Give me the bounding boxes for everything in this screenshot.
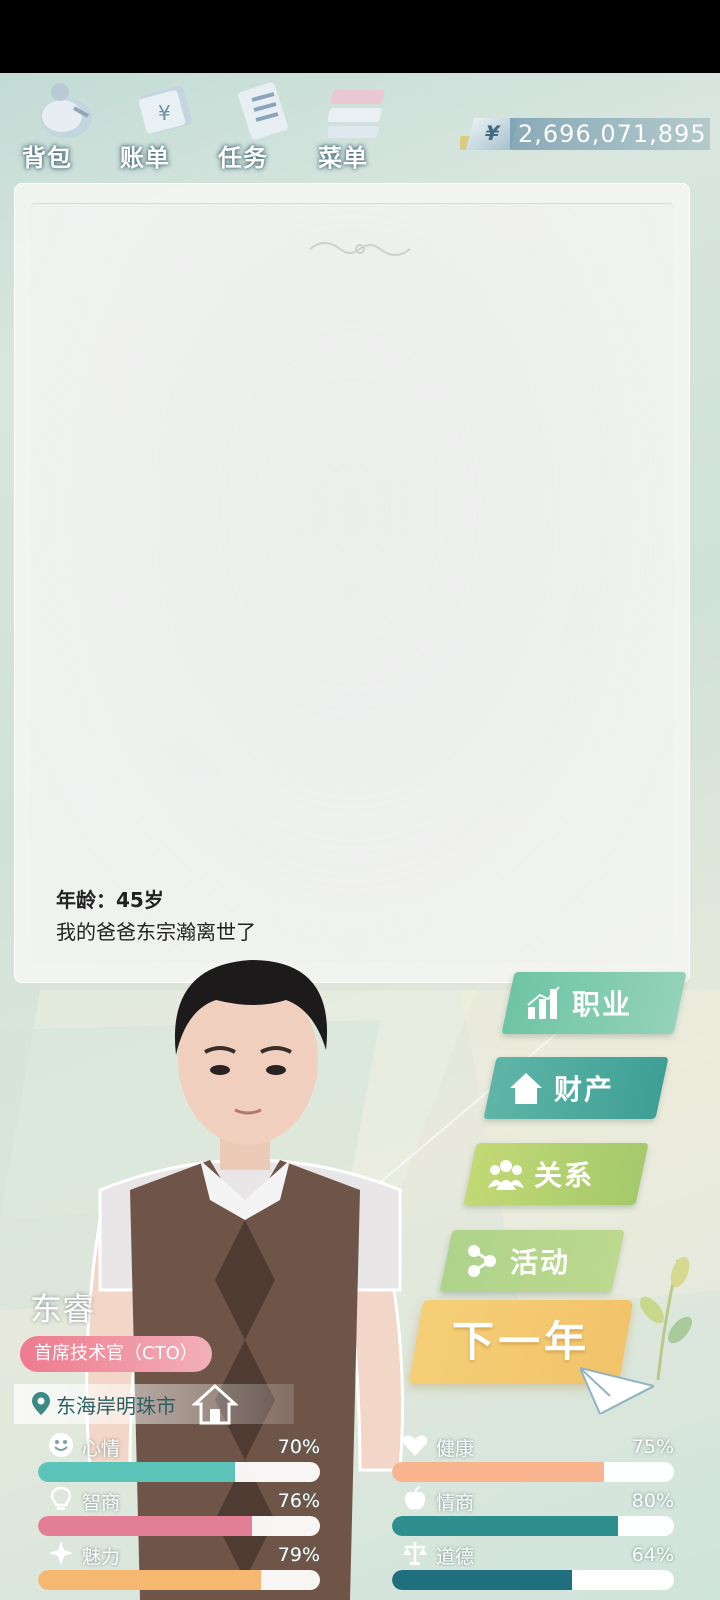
age-text: 年龄：45岁 [56, 888, 164, 912]
molecule-icon [468, 1245, 496, 1277]
stat-fill [38, 1462, 236, 1482]
location-bar[interactable]: 东海岸明珠市 [14, 1383, 294, 1425]
task-icon [238, 82, 288, 140]
nav-bill-button[interactable]: ¥ 账单 [118, 80, 208, 180]
home-icon[interactable] [192, 1383, 238, 1425]
scale-icon [403, 1542, 427, 1565]
house-icon [510, 1073, 542, 1104]
stat-health: 健康 75% [374, 1432, 674, 1488]
stat-bar [392, 1462, 674, 1482]
stat-eq: 情商 80% [374, 1486, 674, 1542]
nav-task-button[interactable]: 任务 [216, 80, 306, 180]
stat-fill [392, 1462, 604, 1482]
chart-icon [527, 986, 560, 1019]
money-display: ¥ 2,696,071,895 [460, 118, 710, 154]
stat-charm: 魅力 79% [20, 1540, 320, 1596]
ornament-icon [309, 242, 411, 256]
stat-bar [392, 1516, 674, 1536]
svg-text:¥: ¥ [158, 101, 171, 125]
stat-bar [38, 1516, 320, 1536]
story-panel-inner: 年龄：45岁 我的爸爸东宗瀚离世了 [30, 203, 674, 963]
bill-icon: ¥ [138, 85, 192, 135]
sparkle-icon [49, 1541, 73, 1565]
location-text: 东海岸明珠市 [56, 1393, 176, 1418]
stats-panel: 心情 70% 健康 75% 智商 76% 情商 80% 魅力 79% 道德 64… [20, 1432, 700, 1600]
stat-bar [38, 1462, 320, 1482]
menu-icon [328, 90, 385, 138]
stat-fill [392, 1570, 573, 1590]
smile-icon [49, 1433, 73, 1457]
event-text: 我的爸爸东宗瀚离世了 [56, 920, 256, 944]
relation-button[interactable]: 关系 [463, 1143, 649, 1205]
nav-menu-button[interactable]: 菜单 [316, 80, 406, 180]
apple-icon [404, 1486, 426, 1510]
stat-fill [38, 1570, 261, 1590]
people-icon [488, 1160, 524, 1190]
job-badge: 首席技术官（CTO） [20, 1336, 212, 1372]
bag-icon [40, 83, 92, 138]
status-bar [0, 0, 720, 73]
character-name: 东睿 [30, 1290, 95, 1328]
stat-morality: 道德 64% [374, 1540, 674, 1596]
stat-fill [38, 1516, 253, 1536]
heart-icon [402, 1435, 428, 1456]
nav-bag-button[interactable]: 背包 [20, 80, 110, 180]
stat-bar [38, 1570, 320, 1590]
paper-plane-icon [580, 1366, 654, 1414]
activity-button[interactable]: 活动 [439, 1230, 625, 1292]
career-button[interactable]: 职业 [501, 972, 687, 1034]
stat-iq: 智商 76% [20, 1486, 320, 1542]
assets-button[interactable]: 财产 [483, 1057, 669, 1119]
location-pin-icon [32, 1392, 50, 1415]
story-panel: 年龄：45岁 我的爸爸东宗瀚离世了 [14, 183, 690, 983]
stat-fill [392, 1516, 618, 1536]
stat-bar [392, 1570, 674, 1590]
money-value: 2,696,071,895 [510, 118, 710, 150]
stat-mood: 心情 70% [20, 1432, 320, 1488]
lightbulb-icon [50, 1486, 72, 1510]
